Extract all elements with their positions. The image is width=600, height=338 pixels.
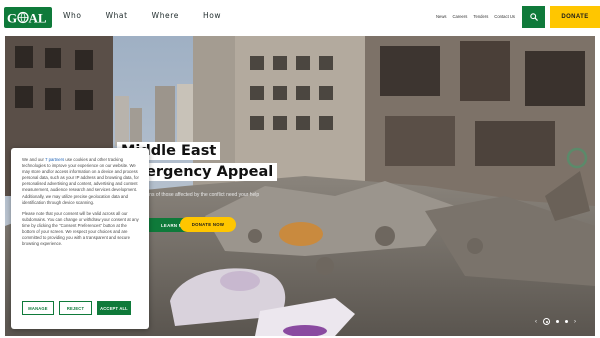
util-news[interactable]: News xyxy=(436,14,446,19)
cookie-consent-dialog: We and our 7 partners use cookies and ot… xyxy=(11,148,149,329)
chevron-left-icon[interactable]: ‹ xyxy=(535,319,537,325)
cookie-buttons: MANAGE REJECT ACCEPT ALL xyxy=(22,301,131,315)
goal-logo[interactable]: G AL xyxy=(4,7,52,28)
accept-all-button[interactable]: ACCEPT ALL xyxy=(97,301,131,315)
nav-who[interactable]: Who xyxy=(63,11,82,20)
donate-button[interactable]: DONATE xyxy=(550,6,600,28)
slider-controls: ‹ › xyxy=(535,318,576,325)
search-icon xyxy=(529,13,538,21)
util-contact-us[interactable]: Contact Us xyxy=(494,14,515,19)
slide-dot-3[interactable] xyxy=(565,320,568,323)
chevron-right-icon[interactable]: › xyxy=(574,319,576,325)
slide-dot-1[interactable] xyxy=(543,318,550,325)
cookie-paragraph-1: We and our 7 partners use cookies and ot… xyxy=(22,157,139,206)
donate-now-button[interactable]: DONATE NOW xyxy=(180,217,236,232)
site-header: G AL Who What Where How News Careers Ten… xyxy=(0,0,600,34)
util-tenders[interactable]: Tenders xyxy=(473,14,488,19)
slide-dot-2[interactable] xyxy=(556,320,559,323)
utility-nav: News Careers Tenders Contact Us xyxy=(436,14,521,19)
cookie-paragraph-2: Please note that your consent will be va… xyxy=(22,210,139,247)
page: G AL Who What Where How News Careers Ten… xyxy=(0,0,600,338)
reject-button[interactable]: REJECT xyxy=(59,301,92,315)
svg-text:G: G xyxy=(7,11,18,26)
manage-button[interactable]: MANAGE xyxy=(22,301,54,315)
hero-subtitle: ...ns of those affected by the conflict … xyxy=(145,192,260,198)
nav-how[interactable]: How xyxy=(203,11,221,20)
main-nav: Who What Where How xyxy=(63,11,245,20)
svg-text:AL: AL xyxy=(29,11,47,26)
partners-link[interactable]: 7 partners xyxy=(45,157,64,162)
nav-what[interactable]: What xyxy=(106,11,128,20)
nav-where[interactable]: Where xyxy=(152,11,179,20)
cookie-text-rest: use cookies and other tracking technolog… xyxy=(22,157,139,205)
util-careers[interactable]: Careers xyxy=(452,14,467,19)
search-button[interactable] xyxy=(522,6,545,28)
cookie-text-start: We and our xyxy=(22,157,46,162)
goal-logo-mark: G AL xyxy=(7,11,47,26)
